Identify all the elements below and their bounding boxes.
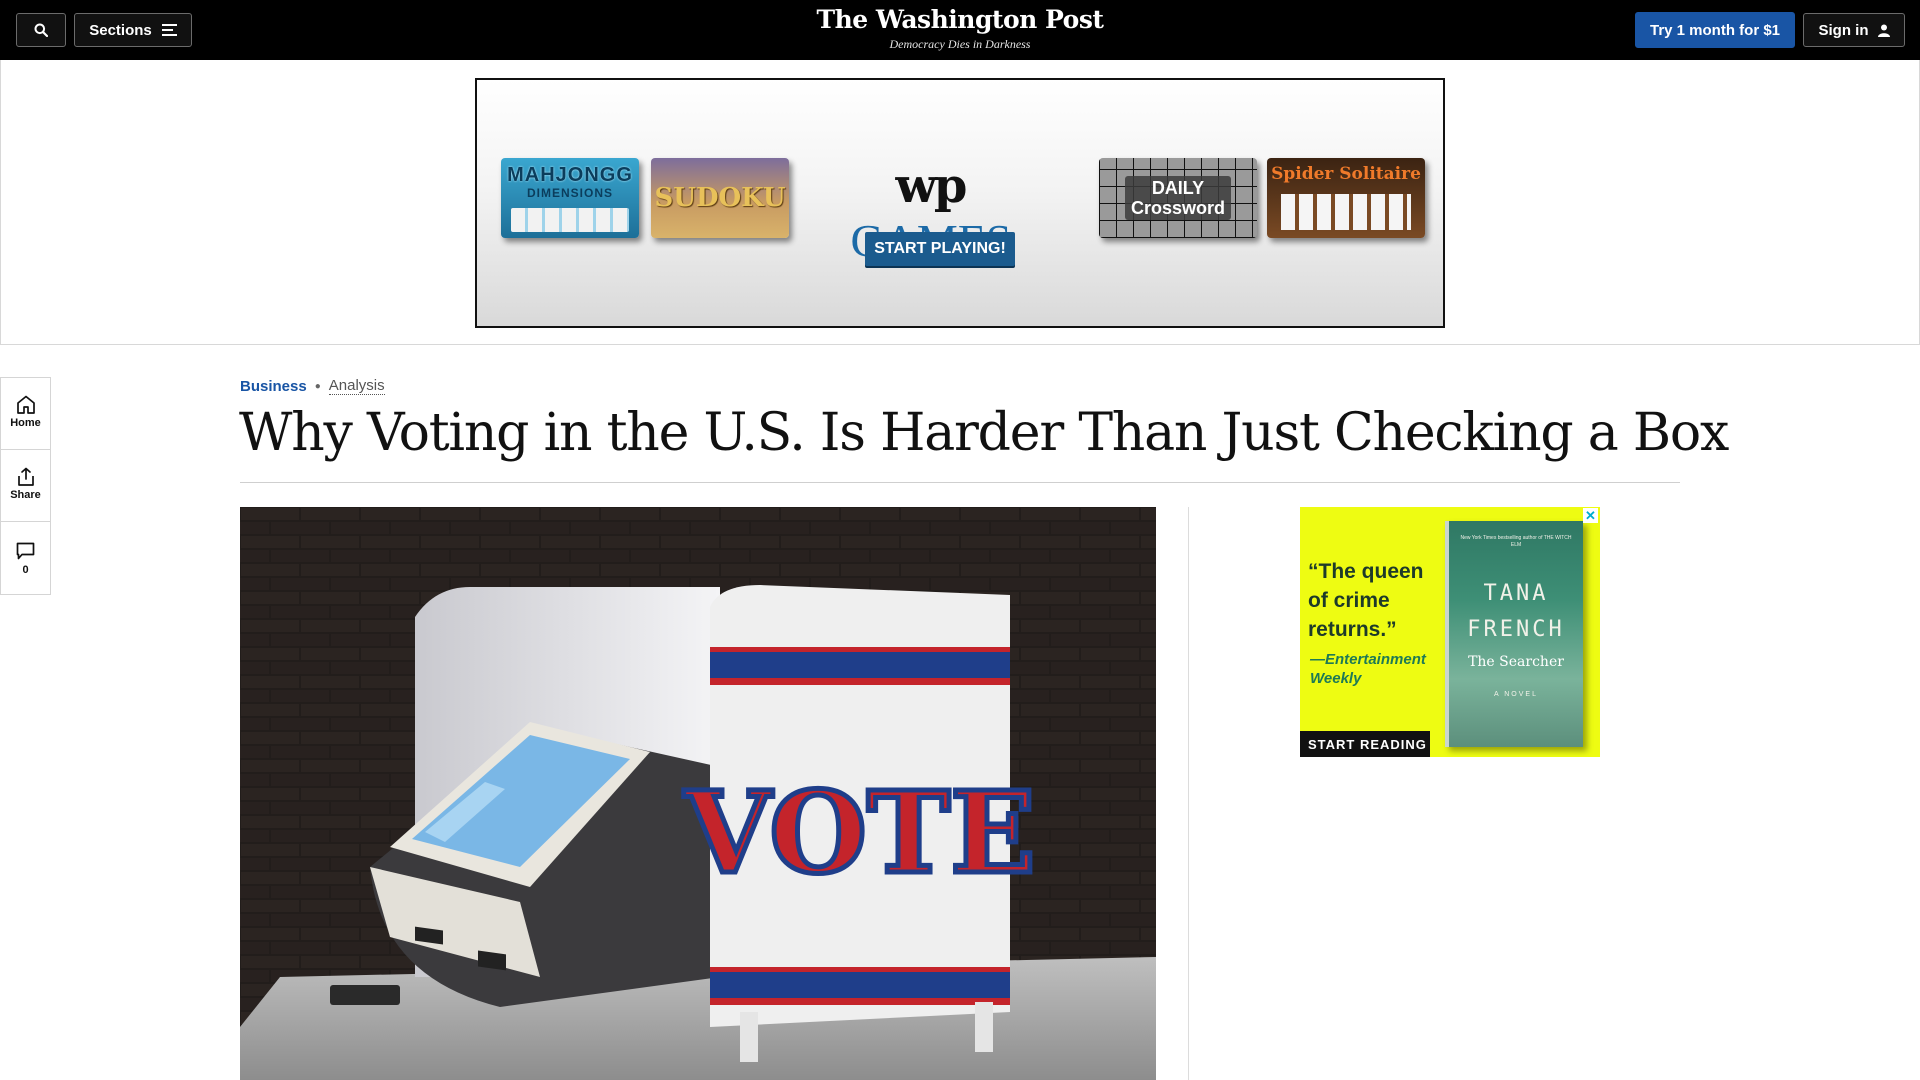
rail-divider: [1, 521, 50, 522]
headline-divider: [240, 482, 1680, 483]
search-icon: [34, 23, 48, 37]
voting-booth-illustration: VOTE: [240, 507, 1156, 1080]
spider-solitaire-tile[interactable]: Spider Solitaire: [1267, 158, 1425, 238]
site-tagline: Democracy Dies in Darkness: [889, 37, 1031, 51]
masthead[interactable]: The Washington Post Democracy Dies in Da…: [760, 6, 1160, 52]
sections-menu-button[interactable]: Sections: [74, 13, 192, 47]
book-type: A NOVEL: [1494, 691, 1538, 698]
comments-rail-button[interactable]: 0: [1, 542, 50, 576]
site-logo[interactable]: The Washington Post: [760, 6, 1160, 34]
comment-icon: [16, 542, 35, 560]
sudoku-tile[interactable]: SUDOKU: [651, 158, 789, 238]
book-title: The Searcher: [1468, 654, 1564, 670]
menu-icon: [161, 24, 177, 36]
rail-divider: [1, 449, 50, 450]
solitaire-cards-graphic: [1281, 194, 1411, 230]
book-blurb: New York Times bestselling author of THE…: [1460, 535, 1572, 548]
start-playing-button[interactable]: START PLAYING!: [865, 232, 1015, 266]
home-rail-button[interactable]: Home: [1, 395, 50, 429]
home-label: Home: [10, 417, 41, 429]
mahjongg-subtitle: DIMENSIONS: [526, 186, 613, 200]
comments-count: 0: [22, 564, 29, 576]
kicker-separator: ●: [314, 380, 321, 392]
home-icon: [16, 395, 35, 414]
subscribe-button[interactable]: Try 1 month for $1: [1635, 12, 1795, 48]
sign-in-button[interactable]: Sign in: [1803, 13, 1905, 47]
start-reading-button[interactable]: START READING: [1300, 731, 1430, 757]
sudoku-title: SUDOKU: [654, 183, 786, 213]
book-promo-ad[interactable]: “The queen of crime returns.” —Entertain…: [1300, 507, 1600, 757]
column-divider: [1188, 507, 1189, 1080]
crossword-label: DAILY Crossword: [1124, 176, 1232, 220]
ad-attribution: —Entertainment Weekly: [1310, 651, 1426, 687]
mahjongg-tile[interactable]: MAHJONGG DIMENSIONS: [501, 158, 639, 238]
sections-label: Sections: [89, 21, 152, 39]
vote-sign-text: VOTE: [683, 768, 1035, 899]
spider-solitaire-title: Spider Solitaire: [1271, 164, 1421, 184]
share-rail-button[interactable]: Share: [1, 467, 50, 501]
share-label: Share: [10, 489, 41, 501]
share-icon: [17, 467, 34, 486]
ad-quote: “The queen of crime returns.”: [1308, 560, 1424, 641]
section-link[interactable]: Business: [240, 378, 307, 395]
search-button[interactable]: [16, 13, 66, 47]
book-cover-image: New York Times bestselling author of THE…: [1445, 521, 1583, 747]
ad-close-icon[interactable]: ✕: [1583, 508, 1598, 523]
article-kicker: Business ● Analysis: [240, 377, 385, 395]
book-author: TANA FRENCH: [1467, 581, 1565, 642]
crossword-tile[interactable]: DAILY Crossword: [1099, 158, 1257, 238]
sign-in-label: Sign in: [1818, 21, 1869, 39]
games-banner-ad[interactable]: MAHJONGG DIMENSIONS SUDOKU wpGAMES START…: [475, 78, 1445, 328]
mahjongg-title: MAHJONGG: [507, 164, 633, 186]
mahjongg-pieces-graphic: [511, 208, 629, 232]
article-headline: Why Voting in the U.S. Is Harder Than Ju…: [239, 403, 1729, 463]
crossword-line2: Crossword: [1130, 198, 1226, 218]
user-icon: [1877, 24, 1890, 37]
wp-logo: wp: [895, 158, 968, 214]
crossword-line1: DAILY: [1151, 178, 1205, 198]
left-action-rail: Home Share 0: [0, 377, 51, 595]
top-navigation-bar: Sections The Washington Post Democracy D…: [0, 0, 1920, 60]
analysis-label[interactable]: Analysis: [328, 377, 385, 395]
lead-image[interactable]: VOTE: [240, 507, 1156, 1080]
